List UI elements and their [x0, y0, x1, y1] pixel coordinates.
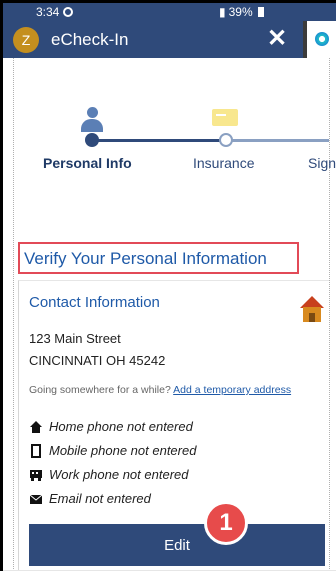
person-icon-base [81, 130, 103, 132]
address-line-2: CINCINNATI OH 45242 [29, 353, 166, 368]
mobile-phone-row: Mobile phone not entered [29, 443, 196, 458]
battery-percent: 39% [228, 5, 253, 19]
email-row: Email not entered [29, 491, 151, 506]
app-logo-icon [315, 32, 329, 46]
status-bar: 3:34 ▮ 39% [3, 3, 336, 21]
home-phone-row: Home phone not entered [29, 419, 193, 434]
contact-title: Contact Information [29, 294, 160, 311]
phone-screen: 3:34 ▮ 39% Z eCheck-In ✕ Personal Info I… [0, 0, 336, 571]
home-icon [300, 296, 324, 322]
page-title: Verify Your Personal Information [24, 249, 267, 268]
home-phone-icon [30, 420, 42, 433]
add-temp-address-link[interactable]: Add a temporary address [173, 384, 291, 396]
close-button[interactable]: ✕ [267, 25, 287, 53]
person-icon [81, 107, 103, 133]
app-title: eCheck-In [51, 30, 129, 49]
step-label-sign[interactable]: Sign [308, 155, 336, 171]
step-dot-personal-info [85, 133, 99, 147]
stepper-track-upcoming [226, 139, 329, 142]
temp-address-text: Going somewhere for a while? [29, 384, 171, 396]
work-phone-icon [30, 469, 42, 481]
work-phone-text: Work phone not entered [49, 467, 189, 482]
signal-icon: ▮ [219, 5, 226, 19]
step-dot-insurance [219, 133, 233, 147]
edit-button[interactable]: Edit [29, 524, 325, 566]
email-text: Email not entered [49, 491, 151, 506]
person-icon-body [81, 119, 103, 130]
status-indicators: ▮ 39% [219, 5, 264, 19]
annotation-badge: 1 [204, 501, 248, 545]
mobile-phone-text: Mobile phone not entered [49, 443, 197, 458]
stepper-track-complete [92, 139, 226, 142]
home-phone-text: Home phone not entered [49, 419, 193, 434]
step-label-personal-info[interactable]: Personal Info [43, 155, 132, 171]
work-phone-row: Work phone not entered [29, 467, 188, 482]
divider-left [13, 58, 14, 571]
mobile-phone-icon [31, 443, 41, 458]
avatar-letter: Z [21, 32, 31, 48]
heading-highlight: Verify Your Personal Information [18, 242, 299, 274]
insurance-card-icon [212, 109, 238, 126]
temp-address-prompt: Going somewhere for a while? Add a tempo… [29, 384, 291, 396]
avatar[interactable]: Z [13, 27, 39, 53]
address-line-1: 123 Main Street [29, 331, 121, 346]
step-label-insurance[interactable]: Insurance [193, 155, 254, 171]
status-time-text: 3:34 [36, 5, 60, 19]
sync-icon [63, 7, 74, 17]
app-bar: Z eCheck-In ✕ [3, 21, 303, 58]
email-icon [29, 494, 43, 504]
status-time: 3:34 [36, 5, 74, 19]
person-icon-head [87, 107, 98, 118]
side-panel-edge [303, 21, 336, 58]
divider-right [329, 58, 330, 571]
battery-icon [257, 7, 264, 17]
